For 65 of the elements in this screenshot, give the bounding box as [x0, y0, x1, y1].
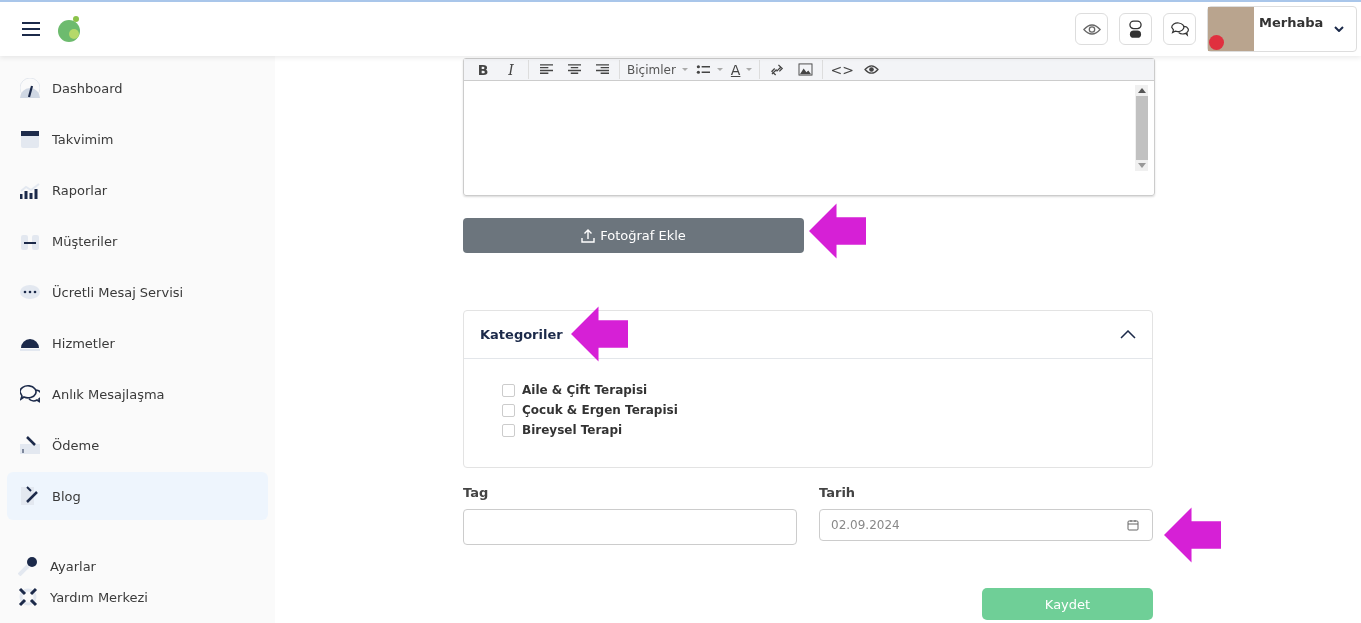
- arrow-icon: [809, 203, 866, 259]
- upload-button[interactable]: Fotoğraf Ekle: [463, 218, 804, 253]
- toggle-button[interactable]: [1119, 13, 1152, 45]
- chevron-up-icon[interactable]: [1120, 330, 1136, 339]
- greeting-text: Merhaba: [1259, 14, 1324, 30]
- list-icon: [695, 63, 711, 76]
- tag-input[interactable]: [463, 509, 797, 545]
- toggle-icon: [1129, 19, 1142, 39]
- text-editor[interactable]: B I Biçimler A <>: [463, 58, 1155, 196]
- photo-placeholder: [1208, 7, 1254, 51]
- arrow-up-icon[interactable]: [1137, 88, 1146, 93]
- caret-icon: [716, 68, 723, 71]
- upload-icon: [581, 228, 596, 243]
- field-label: Tag: [463, 485, 490, 500]
- calendar-icon: [20, 129, 40, 149]
- text-color-button[interactable]: A: [727, 60, 756, 79]
- checkbox[interactable]: [502, 403, 515, 417]
- category-checkbox[interactable]: Çocuk & Ergen Terapisi: [502, 403, 1114, 417]
- category-checkbox[interactable]: Aile & Çift Terapisi: [502, 383, 1114, 397]
- sidebar-item[interactable]: Blog: [7, 472, 268, 520]
- arrow-icon: [571, 306, 628, 362]
- format-button[interactable]: I: [498, 60, 524, 79]
- chat-button[interactable]: [1163, 13, 1196, 45]
- align-right-icon: [594, 63, 610, 76]
- chat-icon: [1170, 21, 1189, 37]
- format-dropdown[interactable]: Biçimler: [624, 60, 691, 79]
- image-icon: [797, 63, 813, 76]
- caret-icon: [681, 68, 688, 71]
- checkbox[interactable]: [502, 423, 515, 437]
- link-icon: [769, 63, 785, 76]
- align-left-icon: [538, 63, 554, 76]
- align-center-icon: [566, 63, 582, 76]
- date-input[interactable]: 02.09.2024: [819, 509, 1153, 541]
- field-label: Tarih: [819, 485, 857, 500]
- eye-icon: [1082, 22, 1101, 36]
- sidebar-item[interactable]: Takvimim: [7, 115, 268, 163]
- edit-icon: [20, 486, 40, 506]
- arrow-icon: [1164, 507, 1221, 563]
- format-button[interactable]: B: [470, 60, 496, 79]
- caret-icon: [746, 68, 753, 71]
- sidebar-item[interactable]: Yardım Merkezi: [18, 587, 275, 607]
- preview-button[interactable]: [1075, 13, 1108, 45]
- checkbox[interactable]: [502, 383, 515, 397]
- sidebar-item[interactable]: Anlık Mesajlaşma: [7, 370, 268, 418]
- calendar-icon: [1127, 519, 1139, 531]
- dots-icon: [20, 282, 40, 302]
- sidebar-item[interactable]: Ücretli Mesaj Servisi: [7, 268, 268, 316]
- help-icon: [18, 587, 38, 607]
- sidebar-item[interactable]: Hizmetler: [7, 319, 268, 367]
- scrollbar[interactable]: [1135, 85, 1148, 171]
- chevron-down-icon: [1334, 26, 1344, 32]
- sidebar-item[interactable]: Ödeme: [7, 421, 268, 469]
- card-title: Kategoriler: [480, 327, 563, 342]
- menu-icon[interactable]: [22, 22, 40, 36]
- user-menu[interactable]: Merhaba: [1207, 6, 1357, 52]
- sidebar-item[interactable]: Dashboard: [7, 64, 268, 112]
- gauge-icon: [20, 78, 40, 98]
- format-button[interactable]: <>: [827, 60, 857, 79]
- sidebar-item[interactable]: Raporlar: [7, 166, 268, 214]
- sidebar-item[interactable]: Müşteriler: [7, 217, 268, 265]
- chat-icon: [20, 384, 40, 404]
- chart-icon: [20, 180, 40, 200]
- sidebar-item[interactable]: Ayarlar: [18, 556, 275, 576]
- category-checkbox[interactable]: Bireysel Terapi: [502, 423, 1114, 437]
- eye-icon: [864, 63, 880, 76]
